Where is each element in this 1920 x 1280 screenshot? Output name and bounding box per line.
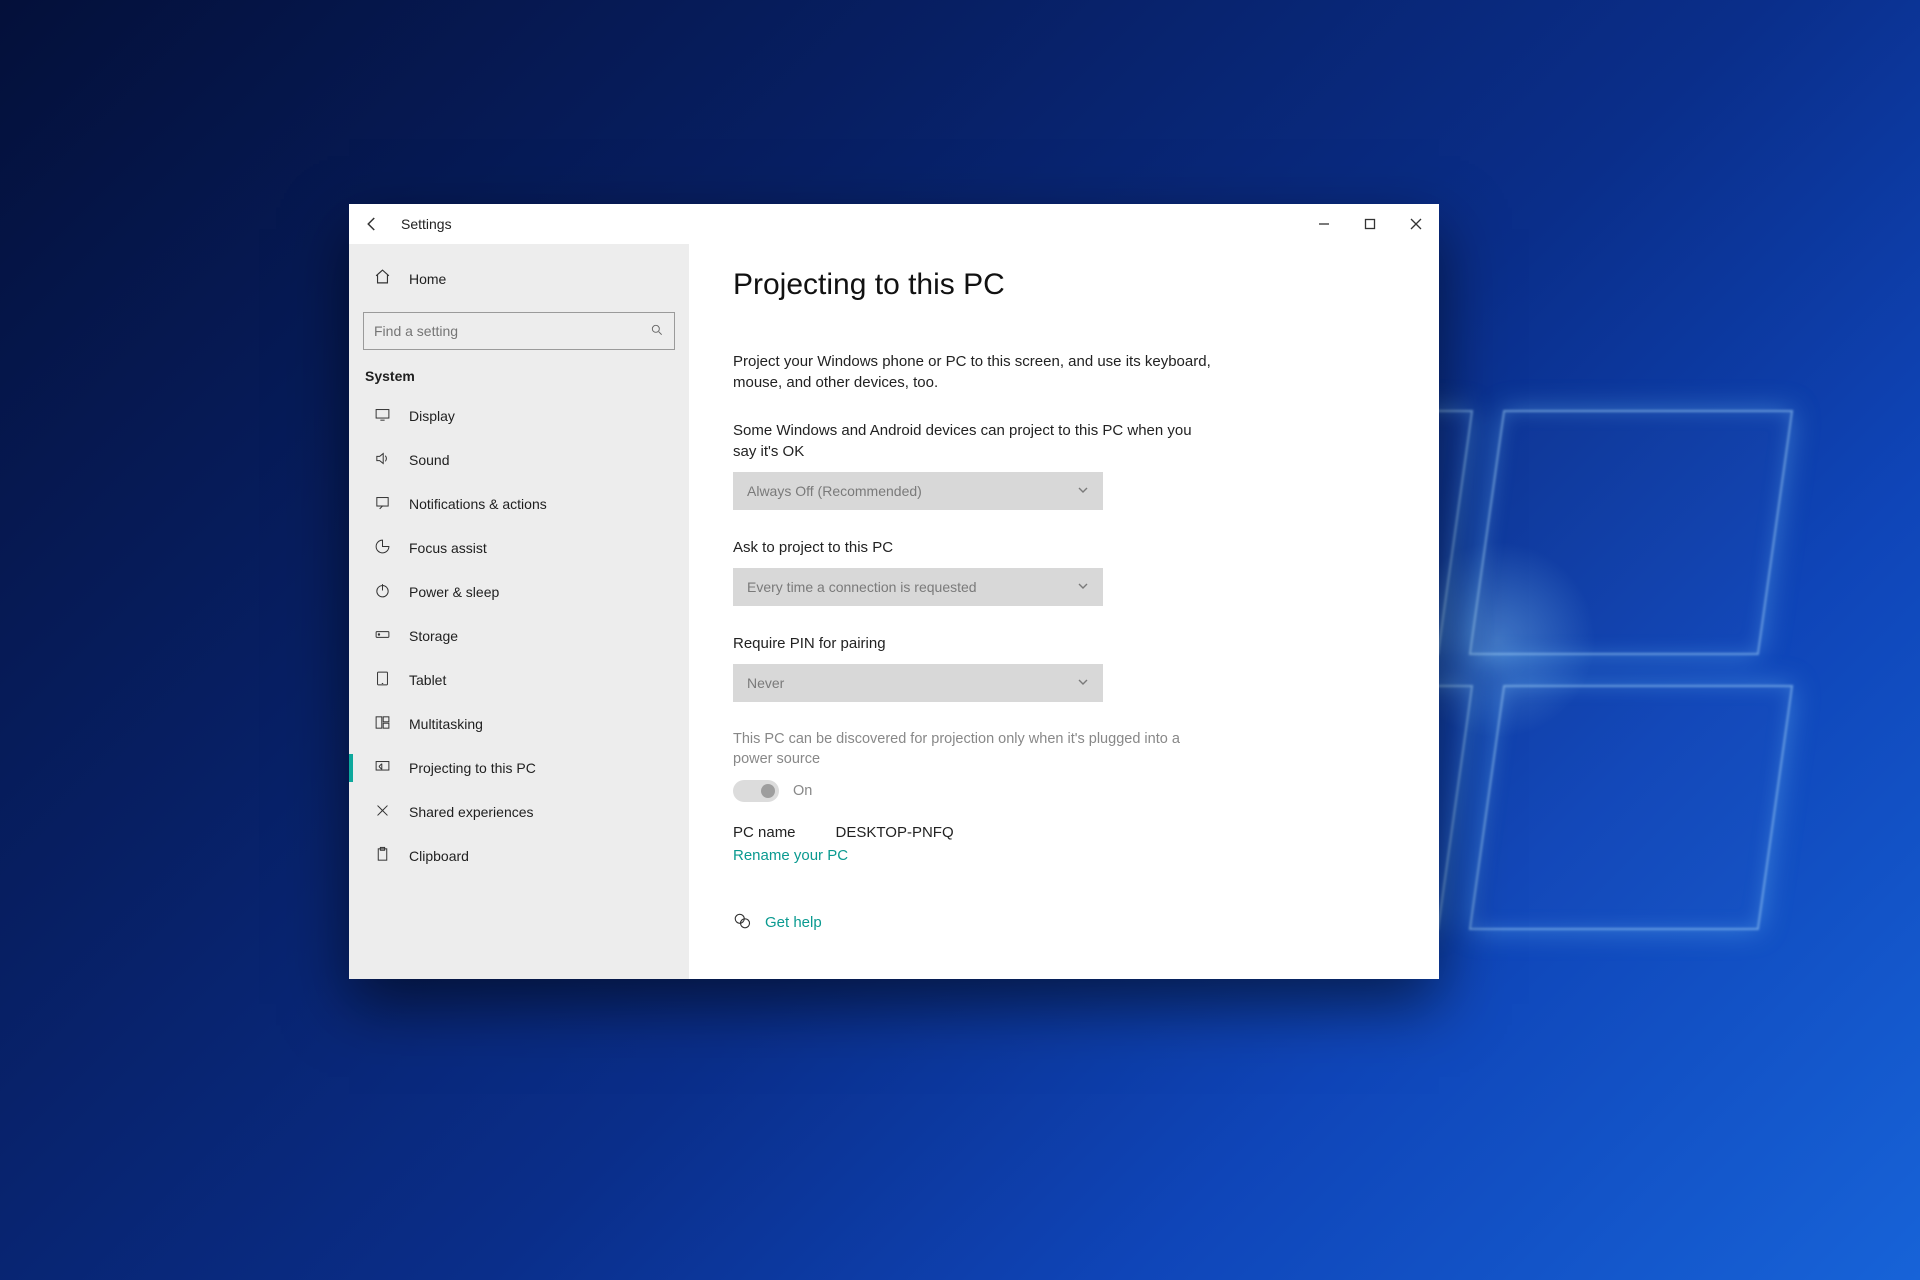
multitasking-icon xyxy=(373,714,391,734)
sidebar-item-label: Clipboard xyxy=(409,848,469,864)
display-icon xyxy=(373,406,391,426)
section-heading: System xyxy=(349,368,689,394)
window-title: Settings xyxy=(401,216,452,232)
search-icon xyxy=(650,323,664,340)
setting-2-dropdown[interactable]: Every time a connection is requested xyxy=(733,568,1103,606)
home-icon xyxy=(373,268,391,290)
setting-2-label: Ask to project to this PC xyxy=(733,538,1213,558)
sidebar-item-label: Multitasking xyxy=(409,716,483,732)
shared-icon xyxy=(373,802,391,822)
page-title: Projecting to this PC xyxy=(733,268,1395,302)
get-help-link[interactable]: Get help xyxy=(765,914,822,931)
sidebar-item-clipboard[interactable]: Clipboard xyxy=(349,834,689,878)
toggle-state-label: On xyxy=(793,783,812,799)
chevron-down-icon xyxy=(1077,675,1089,691)
sidebar-item-sound[interactable]: Sound xyxy=(349,438,689,482)
setting-1-label: Some Windows and Android devices can pro… xyxy=(733,421,1213,462)
sidebar-item-notifications[interactable]: Notifications & actions xyxy=(349,482,689,526)
tablet-icon xyxy=(373,670,391,690)
sidebar-item-label: Projecting to this PC xyxy=(409,760,536,776)
clipboard-icon xyxy=(373,846,391,866)
chevron-down-icon xyxy=(1077,483,1089,499)
sidebar-item-power[interactable]: Power & sleep xyxy=(349,570,689,614)
content-area: Projecting to this PC Project your Windo… xyxy=(689,244,1439,979)
storage-icon xyxy=(373,626,391,646)
back-button[interactable] xyxy=(349,204,395,244)
sidebar-item-projecting[interactable]: Projecting to this PC xyxy=(349,746,689,790)
sidebar-home-label: Home xyxy=(409,271,446,287)
sidebar-item-focus-assist[interactable]: Focus assist xyxy=(349,526,689,570)
sidebar-item-multitasking[interactable]: Multitasking xyxy=(349,702,689,746)
titlebar: Settings xyxy=(349,204,1439,244)
help-icon xyxy=(733,912,751,933)
settings-window: Settings Home System xyxy=(349,204,1439,979)
projecting-icon xyxy=(373,758,391,778)
setting-1-value: Always Off (Recommended) xyxy=(747,483,1077,499)
sidebar-item-tablet[interactable]: Tablet xyxy=(349,658,689,702)
sidebar: Home System Display So xyxy=(349,244,689,979)
setting-3-value: Never xyxy=(747,675,1077,691)
sidebar-item-label: Display xyxy=(409,408,455,424)
sidebar-home[interactable]: Home xyxy=(349,256,689,302)
setting-2-value: Every time a connection is requested xyxy=(747,579,1077,595)
sidebar-item-label: Storage xyxy=(409,628,458,644)
close-button[interactable] xyxy=(1393,204,1439,244)
sidebar-item-label: Shared experiences xyxy=(409,804,534,820)
search-input-field[interactable] xyxy=(374,323,650,339)
sidebar-item-label: Power & sleep xyxy=(409,584,499,600)
sidebar-item-storage[interactable]: Storage xyxy=(349,614,689,658)
minimize-button[interactable] xyxy=(1301,204,1347,244)
rename-pc-link[interactable]: Rename your PC xyxy=(733,847,848,864)
discoverable-note: This PC can be discovered for projection… xyxy=(733,730,1213,769)
setting-1-dropdown[interactable]: Always Off (Recommended) xyxy=(733,472,1103,510)
pc-name-value: DESKTOP-PNFQ xyxy=(836,824,954,841)
setting-3-label: Require PIN for pairing xyxy=(733,634,1213,654)
notifications-icon xyxy=(373,494,391,514)
sidebar-item-label: Tablet xyxy=(409,672,446,688)
sidebar-item-shared[interactable]: Shared experiences xyxy=(349,790,689,834)
setting-3-dropdown[interactable]: Never xyxy=(733,664,1103,702)
sidebar-item-label: Sound xyxy=(409,452,449,468)
power-icon xyxy=(373,582,391,602)
sound-icon xyxy=(373,450,391,470)
desktop-wallpaper: Settings Home System xyxy=(0,0,1920,1280)
maximize-button[interactable] xyxy=(1347,204,1393,244)
sidebar-item-label: Notifications & actions xyxy=(409,496,547,512)
discoverable-toggle[interactable] xyxy=(733,780,779,802)
chevron-down-icon xyxy=(1077,579,1089,595)
pc-name-label: PC name xyxy=(733,824,796,841)
sidebar-item-label: Focus assist xyxy=(409,540,487,556)
focus-icon xyxy=(373,538,391,558)
page-description: Project your Windows phone or PC to this… xyxy=(733,352,1213,393)
sidebar-item-display[interactable]: Display xyxy=(349,394,689,438)
search-input[interactable] xyxy=(363,312,675,350)
